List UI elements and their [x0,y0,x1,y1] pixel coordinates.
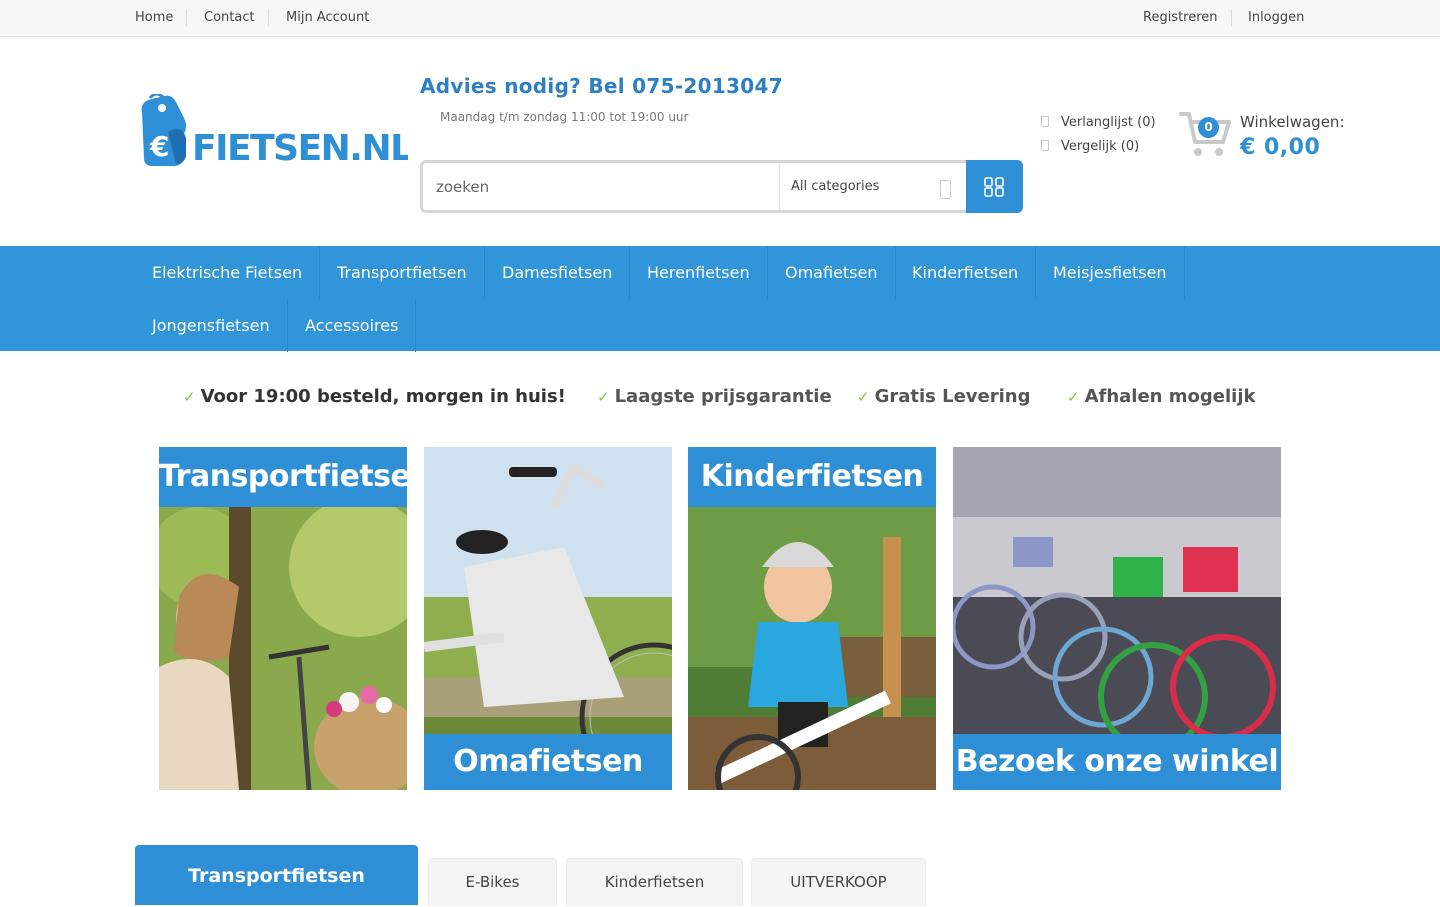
logo-wordmark: FIETSEN.NL [192,128,408,169]
check-icon: ✓ [183,388,196,406]
site-logo[interactable]: € FIETSEN.NL [138,94,408,170]
compare-label: Vergelijk (0) [1061,139,1140,154]
tab-e-bikes[interactable]: E-Bikes [428,858,557,906]
nav-item-transportfietsen[interactable]: Transportfietsen [320,246,485,299]
check-icon: ✓ [1067,388,1080,406]
cart-label[interactable]: Winkelwagen: [1240,113,1345,131]
usp-text: Afhalen mogelijk [1084,386,1256,407]
top-bar: Home Contact Mijn Account Registreren In… [0,0,1440,37]
main-navigation: Elektrische Fietsen Transportfietsen Dam… [0,246,1440,352]
tab-uitverkoop[interactable]: UITVERKOOP [751,858,926,906]
banner-transportfietsen[interactable]: Transportfietsen [159,447,407,790]
banner-bezoek-onze-winkel[interactable]: Bezoek onze winkel [953,447,1281,790]
banner-label: Transportfietsen [159,447,407,507]
nav-item-omafietsen[interactable]: Omafietsen [768,246,896,299]
wishlist-link[interactable]: Verlanglijst (0) [1041,115,1156,131]
usp-text: Gratis Levering [874,386,1031,407]
dropdown-arrow-icon [940,180,951,199]
banner-label: Omafietsen [424,734,672,790]
topbar-link-register[interactable]: Registreren [1143,10,1218,26]
cart-total[interactable]: € 0,00 [1240,135,1320,160]
nav-item-damesfietsen[interactable]: Damesfietsen [485,246,631,299]
topbar-divider [186,9,187,26]
check-icon: ✓ [857,388,870,406]
banner-omafietsen[interactable]: Omafietsen [424,447,672,790]
usp-lowest-price: ✓ Laagste prijsgarantie [597,386,832,407]
nav-item-accessoires[interactable]: Accessoires [288,299,417,352]
usp-free-delivery: ✓ Gratis Levering [857,386,1031,407]
cart-count-badge: 0 [1198,117,1219,138]
usp-text: Laagste prijsgarantie [614,386,832,407]
nav-item-kinderfietsen[interactable]: Kinderfietsen [895,246,1037,299]
nav-item-herenfietsen[interactable]: Herenfietsen [630,246,768,299]
topbar-divider [1231,9,1232,26]
compare-link[interactable]: Vergelijk (0) [1041,139,1139,155]
topbar-link-contact[interactable]: Contact [204,10,255,26]
nav-item-elektrische-fietsen[interactable]: Elektrische Fietsen [135,246,321,299]
advice-phone: Advies nodig? Bel 075-2013047 [420,74,783,98]
search-input[interactable] [423,163,779,210]
usp-next-day-delivery: ✓ Voor 19:00 besteld, morgen in huis! [183,386,566,407]
banner-label: Kinderfietsen [688,447,936,507]
topbar-link-account[interactable]: Mijn Account [286,10,369,26]
banner-kinderfietsen[interactable]: Kinderfietsen [688,447,936,790]
tab-kinderfietsen[interactable]: Kinderfietsen [566,858,743,906]
search-button[interactable] [966,160,1023,213]
heart-icon [1041,116,1049,127]
topbar-link-home[interactable]: Home [135,10,173,26]
compare-icon [1041,140,1049,151]
search-bar: All categories [420,160,1023,213]
wishlist-label: Verlanglijst (0) [1061,115,1156,130]
category-select[interactable]: All categories [779,163,966,210]
topbar-divider [268,9,269,26]
usp-pickup: ✓ Afhalen mogelijk [1067,386,1255,407]
tab-transportfietsen[interactable]: Transportfietsen [135,845,418,905]
grid-icon [984,177,1004,197]
opening-hours: Maandag t/m zondag 11:00 tot 19:00 uur [440,110,689,124]
check-icon: ✓ [597,388,610,406]
banner-label: Bezoek onze winkel [953,734,1281,790]
nav-item-meisjesfietsen[interactable]: Meisjesfietsen [1036,246,1185,299]
nav-item-jongensfietsen[interactable]: Jongensfietsen [135,299,288,352]
category-select-value: All categories [791,179,880,194]
topbar-link-login[interactable]: Inloggen [1248,10,1304,26]
usp-text: Voor 19:00 besteld, morgen in huis! [200,386,566,407]
euro-tag-icon: € [141,94,186,166]
svg-text:€: € [149,130,169,163]
